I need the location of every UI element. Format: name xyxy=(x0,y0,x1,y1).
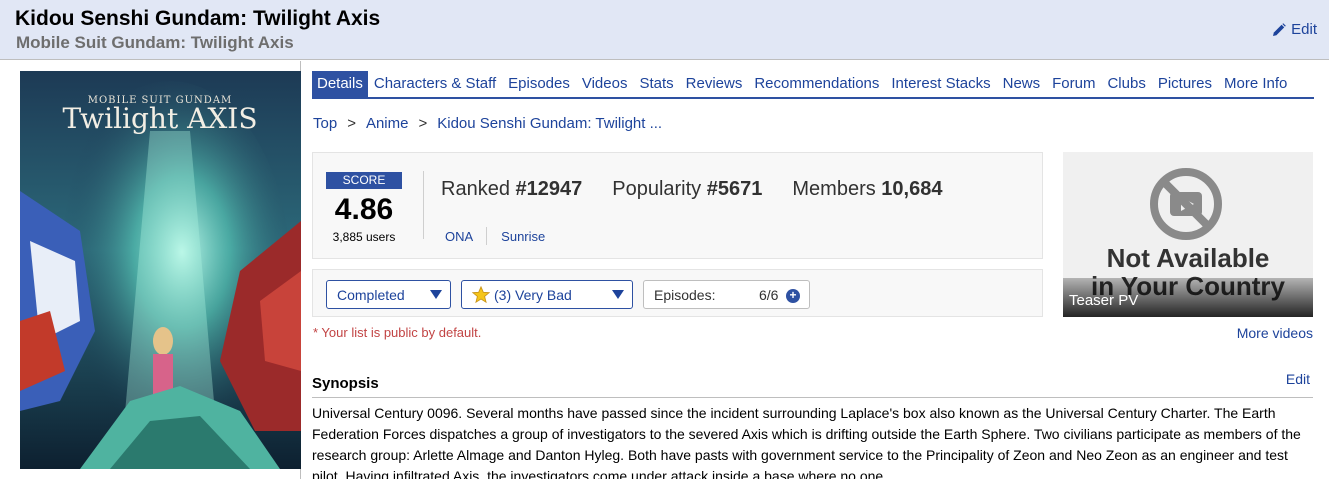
cover-title: Twilight AXIS xyxy=(62,102,257,135)
video-caption: Teaser PV xyxy=(1069,292,1139,309)
tab-news[interactable]: News xyxy=(997,71,1047,97)
left-column: MOBILE SUIT GUNDAM Twilight AXIS xyxy=(0,61,301,479)
plus-icon[interactable]: + xyxy=(786,289,800,303)
more-videos-link[interactable]: More videos xyxy=(1237,325,1313,341)
popularity-label: Popularity xyxy=(612,178,702,200)
ranked-label: Ranked xyxy=(441,178,510,200)
synopsis-edit-link[interactable]: Edit xyxy=(1286,371,1310,387)
ranked-value: #12947 xyxy=(515,178,583,200)
members-stat: Members 10,684 xyxy=(792,178,942,201)
cover-image[interactable]: MOBILE SUIT GUNDAM Twilight AXIS xyxy=(20,71,301,469)
score-value: 4.86 xyxy=(334,193,394,226)
score-select-value: (3) Very Bad xyxy=(494,286,572,303)
list-public-note: * Your list is public by default. xyxy=(313,325,482,340)
tab-episodes[interactable]: Episodes xyxy=(502,71,576,97)
divider xyxy=(423,171,424,239)
score-users: 3,885 users xyxy=(332,230,396,244)
page-header: Kidou Senshi Gundam: Twilight Axis Mobil… xyxy=(0,0,1329,60)
tab-details[interactable]: Details xyxy=(312,71,368,97)
tab-reviews[interactable]: Reviews xyxy=(680,71,749,97)
breadcrumb-separator: > xyxy=(418,115,428,132)
members-value: 10,684 xyxy=(881,178,943,200)
breadcrumb: Top > Anime > Kidou Senshi Gundam: Twili… xyxy=(313,115,662,132)
page-title: Kidou Senshi Gundam: Twilight Axis xyxy=(15,7,381,30)
episodes-value: 6/6 xyxy=(759,286,779,303)
breadcrumb-separator: > xyxy=(347,115,356,132)
tab-characters-staff[interactable]: Characters & Staff xyxy=(368,71,502,97)
chevron-down-icon xyxy=(612,290,624,299)
breadcrumb-current[interactable]: Kidou Senshi Gundam: Twilight ... xyxy=(437,115,662,132)
anime-nav-tabs: Details Characters & Staff Episodes Videos S… xyxy=(312,71,1314,99)
tab-more-info[interactable]: More Info xyxy=(1218,71,1293,97)
type-link[interactable]: ONA xyxy=(445,229,473,244)
episodes-label: Episodes: xyxy=(654,286,716,303)
score-label: SCORE xyxy=(326,172,402,189)
members-label: Members xyxy=(792,178,876,200)
score-panel: SCORE 4.86 3,885 users Ranked #12947 Pop… xyxy=(312,152,1043,259)
my-list-panel: Completed (3) Very Bad Episodes: 6/6 + xyxy=(312,269,1043,317)
tab-interest-stacks[interactable]: Interest Stacks xyxy=(885,71,996,97)
tab-forum[interactable]: Forum xyxy=(1046,71,1101,97)
unavailable-line1: Not Available xyxy=(1106,243,1270,273)
studio-link[interactable]: Sunrise xyxy=(501,229,545,244)
ranked-stat: Ranked #12947 xyxy=(441,178,582,201)
popularity-stat: Popularity #5671 xyxy=(612,178,762,201)
cover-artwork: MOBILE SUIT GUNDAM Twilight AXIS xyxy=(20,71,301,469)
status-value: Completed xyxy=(337,286,405,303)
meta-row: ONA Sunrise xyxy=(445,227,545,245)
edit-title-button[interactable]: Edit xyxy=(1272,21,1317,38)
tab-videos[interactable]: Videos xyxy=(576,71,634,97)
popularity-value: #5671 xyxy=(706,178,763,200)
score-select[interactable]: (3) Very Bad xyxy=(461,280,633,309)
synopsis-text: Universal Century 0096. Several months h… xyxy=(312,405,1301,479)
tab-recommendations[interactable]: Recommendations xyxy=(748,71,885,97)
english-title: Mobile Suit Gundam: Twilight Axis xyxy=(16,33,294,52)
synopsis-header: Synopsis Edit xyxy=(312,371,1313,398)
stats-row: Ranked #12947 Popularity #5671 Members 1… xyxy=(441,178,942,201)
pencil-icon xyxy=(1273,22,1286,36)
edit-label: Edit xyxy=(1291,21,1317,38)
star-icon xyxy=(472,285,490,303)
status-select[interactable]: Completed xyxy=(326,280,451,309)
video-thumbnail[interactable]: Not Available in Your Country Teaser PV xyxy=(1063,152,1313,317)
divider xyxy=(486,227,488,245)
tab-pictures[interactable]: Pictures xyxy=(1152,71,1218,97)
episodes-field[interactable]: Episodes: 6/6 + xyxy=(643,280,810,309)
tab-clubs[interactable]: Clubs xyxy=(1101,71,1151,97)
breadcrumb-anime[interactable]: Anime xyxy=(366,115,409,132)
chevron-down-icon xyxy=(430,290,442,299)
synopsis-title: Synopsis xyxy=(312,375,379,392)
breadcrumb-top[interactable]: Top xyxy=(313,115,337,132)
tab-stats[interactable]: Stats xyxy=(633,71,679,97)
